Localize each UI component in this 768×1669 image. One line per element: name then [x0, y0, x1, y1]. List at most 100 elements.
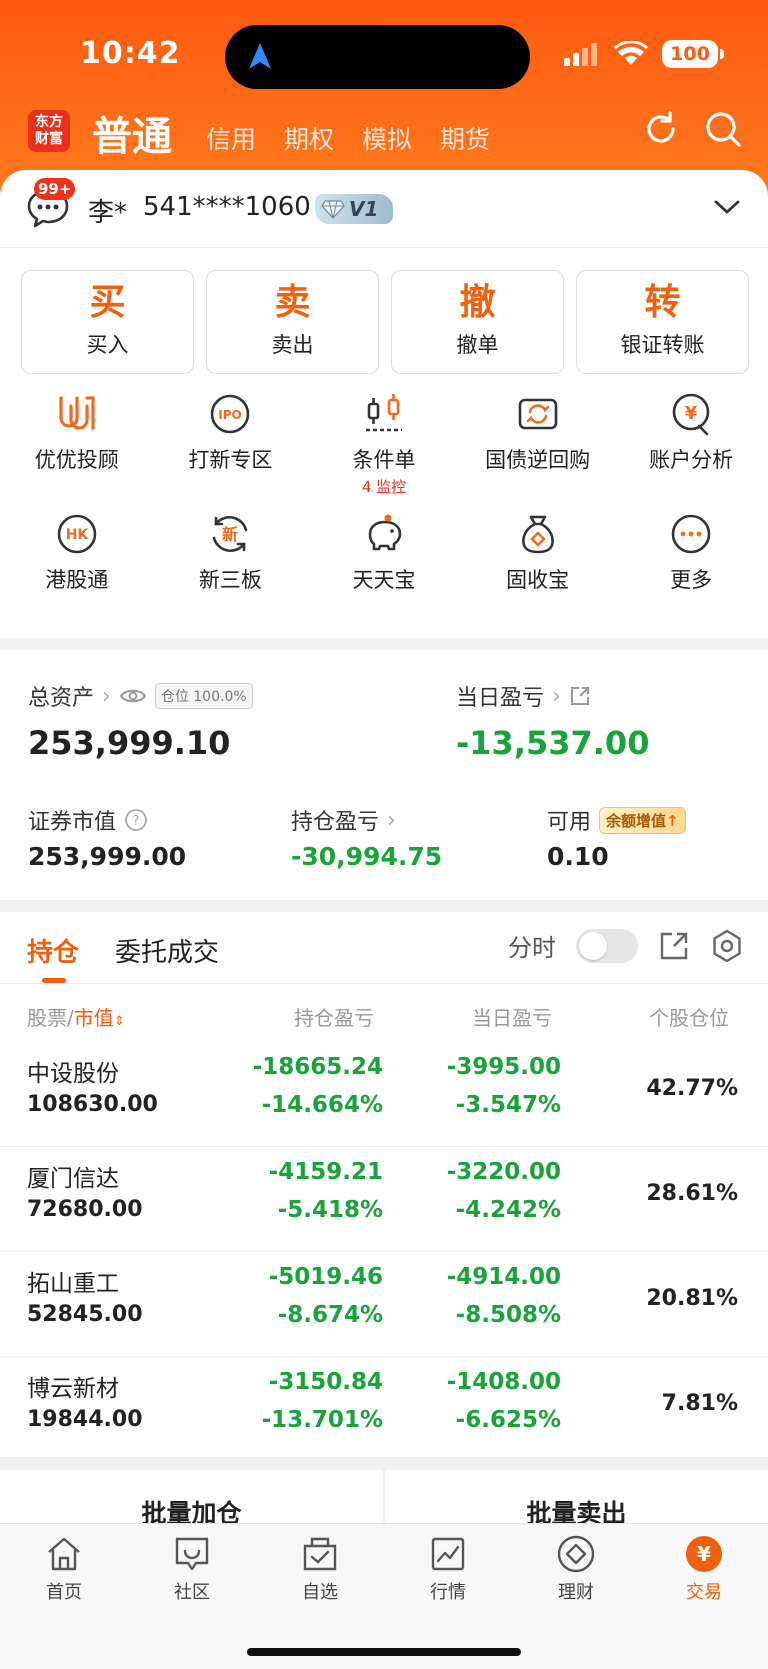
account-analysis-icon: ¥ [672, 393, 710, 436]
tab-simulation[interactable]: 模拟 [362, 120, 412, 156]
uu-advisor-item[interactable]: 优优投顾 [0, 392, 154, 512]
nav-home[interactable]: 首页 [0, 1534, 128, 1604]
share-icon[interactable] [569, 685, 591, 707]
balance-boost-tag[interactable]: 余额增值↑ [599, 806, 686, 834]
cellular-signal-icon [564, 43, 597, 66]
securities-value-label: 证券市值 ? [28, 804, 148, 836]
table-row[interactable]: 中设股份 108630.00 -18665.24 -14.664% -3995.… [0, 1042, 768, 1147]
tiantianbao-item[interactable]: 天天宝 [307, 512, 461, 632]
available-funds-value: 0.10 [547, 842, 609, 871]
search-icon[interactable] [704, 110, 742, 148]
daily-pl-percent: -8.508% [455, 1302, 561, 1328]
stock-name: 拓山重工 [27, 1271, 119, 1297]
nav-wealth[interactable]: 理财 [512, 1534, 640, 1604]
nav-community[interactable]: 社区 [128, 1534, 256, 1604]
tab-positions[interactable]: 持仓 [27, 932, 79, 969]
eye-icon[interactable] [119, 686, 147, 706]
buy-button[interactable]: 买 买入 [21, 270, 194, 374]
home-indicator[interactable] [247, 1648, 521, 1656]
holdings-controls: 分时 [508, 928, 744, 963]
column-stock-mv[interactable]: 股票/市值⇕ [27, 1002, 125, 1031]
position-ratio: 42.77% [646, 1076, 738, 1101]
settings-gear-icon[interactable] [710, 929, 744, 963]
account-analysis-item[interactable]: ¥ 账户分析 [614, 392, 768, 512]
tab-orders-trades[interactable]: 委托成交 [115, 932, 219, 969]
assets-summary: 总资产 › 仓位 100.0% 253,999.10 当日盈亏 › -13,53… [0, 650, 768, 900]
position-ratio: 20.81% [646, 1286, 738, 1311]
ipo-zone-item[interactable]: IPO 打新专区 [154, 392, 308, 512]
svg-text:HK: HK [66, 527, 90, 543]
uu-advisor-icon [59, 396, 95, 430]
condition-order-item[interactable]: 条件单 4 监控 [307, 392, 461, 512]
svg-text:新: 新 [222, 525, 238, 544]
community-icon [175, 1537, 209, 1571]
account-holder-name: 李* [88, 198, 128, 228]
timeshare-toggle[interactable] [576, 928, 638, 963]
batch-add-button[interactable]: 批量加仓 [0, 1470, 383, 1530]
batch-actions: 批量加仓 批量卖出 [0, 1470, 768, 1530]
batch-sell-button[interactable]: 批量卖出 [385, 1470, 768, 1530]
new-third-board-item[interactable]: 新 新三板 [154, 512, 308, 632]
available-funds-label: 可用 余额增值↑ [547, 804, 686, 836]
nav-market[interactable]: 行情 [384, 1534, 512, 1604]
total-assets-link[interactable]: 总资产 › 仓位 100.0% [28, 680, 253, 712]
tab-futures[interactable]: 期货 [440, 120, 490, 156]
help-icon[interactable]: ? [124, 808, 148, 832]
daily-pl-percent: -6.625% [455, 1407, 561, 1433]
reverse-repo-item[interactable]: 国债逆回购 [461, 392, 615, 512]
total-assets-value: 253,999.10 [28, 724, 231, 762]
new-third-board-icon: 新 [213, 515, 248, 553]
message-count-badge: 99+ [34, 178, 76, 200]
export-icon[interactable] [658, 930, 690, 962]
column-daily-pl[interactable]: 当日盈亏 [472, 1002, 552, 1031]
holding-pl: -18665.24 [252, 1054, 383, 1080]
watchlist-icon [303, 1537, 337, 1571]
chevron-down-icon[interactable] [714, 198, 740, 216]
cancel-order-button[interactable]: 撤 撤单 [391, 270, 564, 374]
bank-transfer-button[interactable]: 转 银证转账 [576, 270, 749, 374]
account-selector[interactable]: 99+ 李* 541****1060 V1 [0, 170, 768, 248]
app-logo: 东方 财富 [28, 110, 70, 152]
timeshare-label: 分时 [508, 934, 556, 962]
stock-name: 博云新材 [27, 1376, 119, 1402]
wifi-icon [614, 41, 648, 65]
navigation-arrow-icon [249, 43, 271, 69]
quick-actions: 买 买入 卖 卖出 撤 撤单 转 银证转账 [21, 270, 749, 374]
condition-order-icon [365, 394, 402, 432]
gushoubao-item[interactable]: 固收宝 [461, 512, 615, 632]
holding-pl-percent: -14.664% [261, 1092, 383, 1118]
diamond-icon [321, 200, 345, 219]
daily-pl-value: -13,537.00 [456, 724, 650, 762]
vip-level-badge: V1 [315, 194, 393, 224]
market-chart-icon [431, 1537, 465, 1571]
holding-pl-value: -30,994.75 [291, 842, 443, 871]
holdings-tabs: 持仓 委托成交 分时 [0, 912, 768, 984]
piggy-bank-icon [368, 514, 402, 551]
sell-button[interactable]: 卖 卖出 [206, 270, 379, 374]
refresh-icon[interactable] [642, 110, 680, 148]
nav-watchlist[interactable]: 自选 [256, 1534, 384, 1604]
header-actions [642, 110, 742, 148]
holding-pl: -5019.46 [268, 1264, 383, 1290]
column-holding-pl[interactable]: 持仓盈亏 [294, 1002, 374, 1031]
tab-credit[interactable]: 信用 [206, 120, 256, 156]
market-value: 19844.00 [27, 1407, 143, 1432]
daily-pl-link[interactable]: 当日盈亏 › [456, 680, 591, 712]
nav-trade[interactable]: ¥ 交易 [640, 1534, 768, 1604]
battery-indicator: 100 [662, 40, 724, 68]
holding-pl-link[interactable]: 持仓盈亏 › [291, 804, 396, 836]
hk-connect-item[interactable]: HK 港股通 [0, 512, 154, 632]
account-number: 541****1060 [143, 192, 311, 222]
tab-options[interactable]: 期权 [284, 120, 334, 156]
daily-pl: -1408.00 [446, 1369, 561, 1395]
bottom-navigation: 首页 社区 自选 行情 理财 ¥ 交易 [0, 1523, 768, 1669]
table-row[interactable]: 博云新材 19844.00 -3150.84 -13.701% -1408.00… [0, 1357, 768, 1462]
tab-normal[interactable]: 普通 [92, 104, 172, 162]
market-value: 108630.00 [27, 1092, 158, 1117]
chevron-right-icon: › [102, 683, 111, 709]
table-row[interactable]: 厦门信达 72680.00 -4159.21 -5.418% -3220.00 … [0, 1147, 768, 1252]
status-time: 10:42 [80, 36, 181, 71]
table-row[interactable]: 拓山重工 52845.00 -5019.46 -8.674% -4914.00 … [0, 1252, 768, 1357]
column-position-ratio[interactable]: 个股仓位 [649, 1002, 737, 1031]
more-item[interactable]: 更多 [614, 512, 768, 632]
